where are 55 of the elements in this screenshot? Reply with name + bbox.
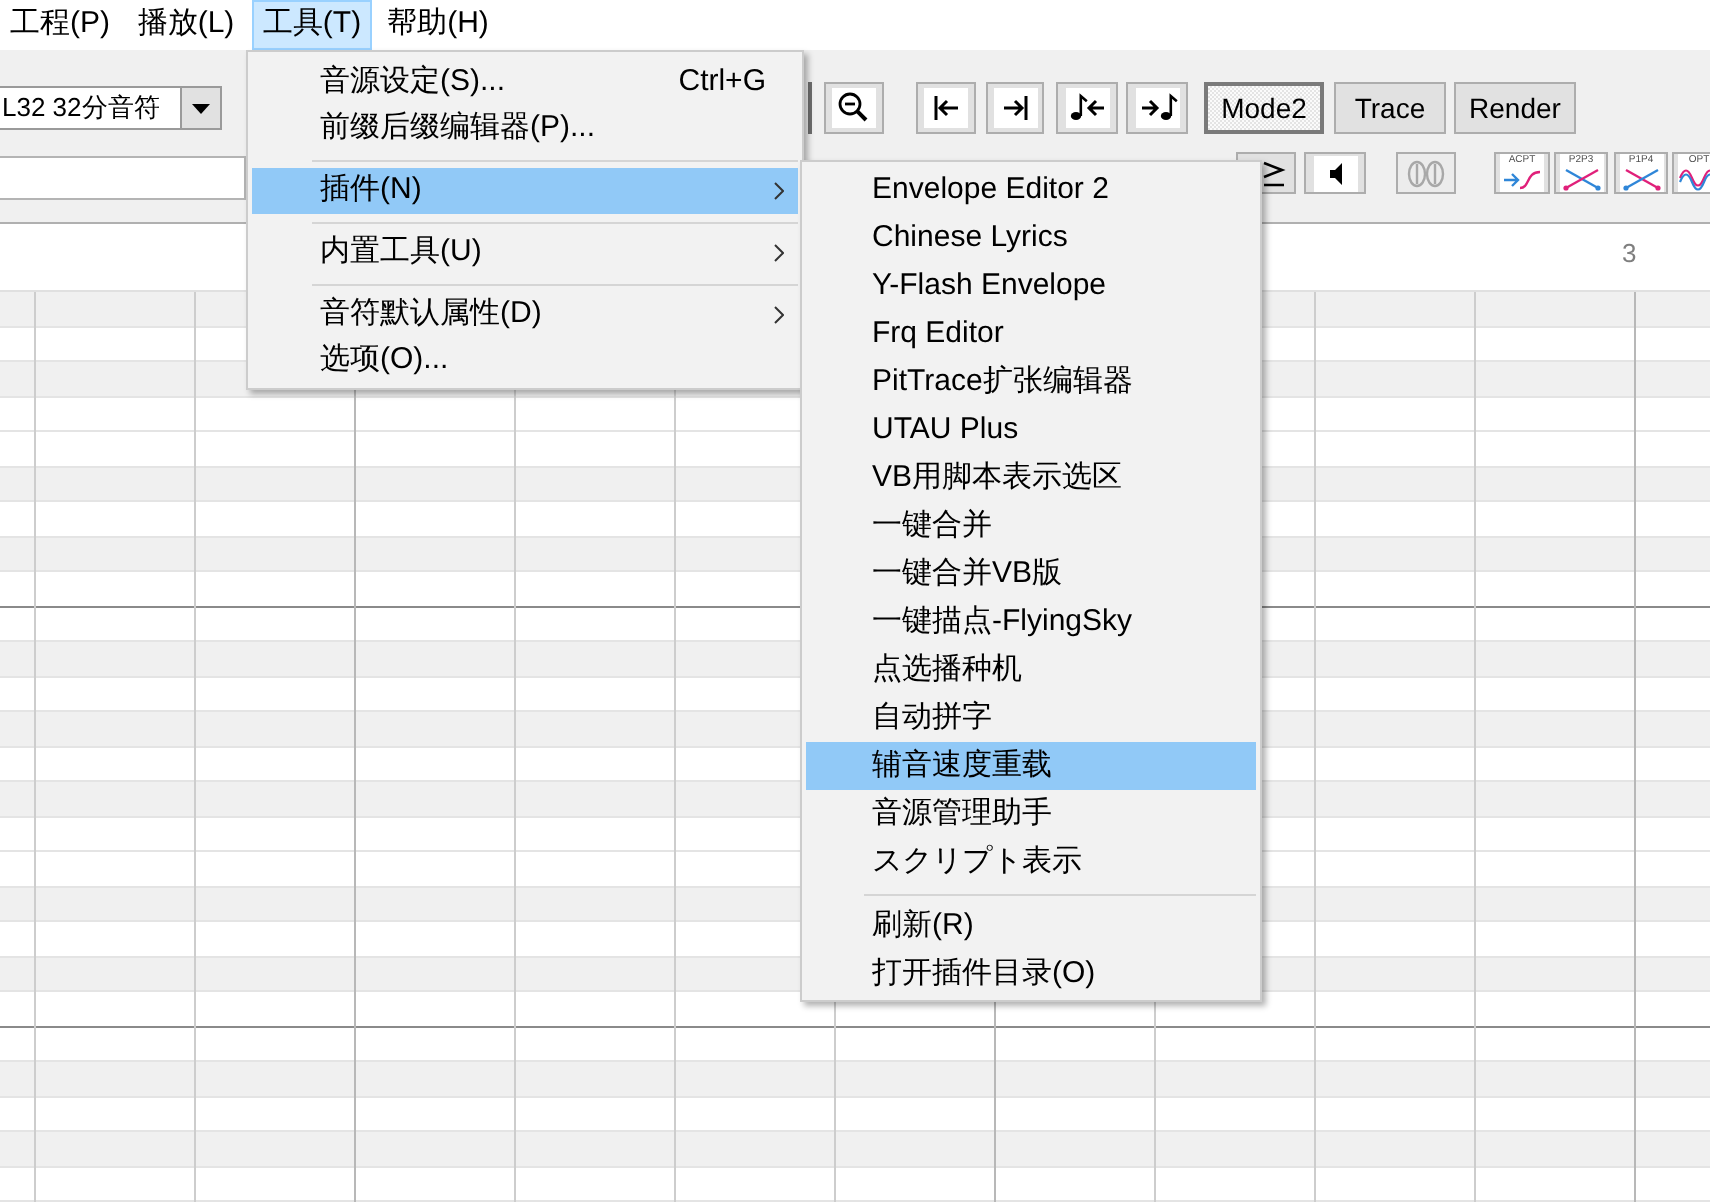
shortcut-label: Ctrl+G (678, 62, 766, 103)
menu-item[interactable]: 一键合并 (806, 502, 1256, 550)
menu-bar-item[interactable]: 播放(L) (126, 0, 246, 50)
double-oval-icon (1406, 159, 1446, 187)
chevron-right-icon (774, 306, 784, 324)
zoom-out-button[interactable] (824, 82, 884, 134)
wave-icon (1677, 166, 1710, 192)
zoom-out-icon (832, 88, 876, 128)
menu-item[interactable]: UTAU Plus (806, 406, 1256, 454)
cross-lines-icon (1559, 166, 1603, 192)
chevron-right-icon (774, 244, 784, 262)
menu-item[interactable]: 插件(N) (252, 168, 798, 214)
menu-item[interactable]: 一键合并VB版 (806, 550, 1256, 598)
text-field[interactable] (0, 156, 246, 200)
menu-bar-item[interactable]: 工程(P) (0, 0, 120, 50)
mode-button[interactable]: Trace (1334, 82, 1446, 134)
menu-item[interactable]: 刷新(R) (806, 902, 1256, 950)
menu-item[interactable]: 辅音速度重载 (806, 742, 1256, 790)
menu-item[interactable]: 点选播种机 (806, 646, 1256, 694)
menu-item[interactable]: 打开插件目录(O) (806, 950, 1256, 998)
menu-item[interactable]: 前缀后缀编辑器(P)... (252, 106, 798, 152)
menu-item[interactable]: PitTrace扩张编辑器 (806, 358, 1256, 406)
menu-item[interactable]: 音源管理助手 (806, 790, 1256, 838)
cross-lines-icon (1619, 166, 1663, 192)
mode-button[interactable]: Mode2 (1204, 82, 1324, 134)
speaker-icon (1313, 155, 1357, 191)
toolbar-button[interactable] (1056, 82, 1118, 134)
note-length-dropdown[interactable]: L32 32分音符 (0, 86, 222, 130)
arrow-curve-icon (1500, 166, 1544, 192)
menu-item[interactable]: 自动拼字 (806, 694, 1256, 742)
caret-down-icon (192, 103, 210, 113)
menu-item[interactable]: 音源设定(S)... Ctrl+G (252, 60, 798, 106)
toolbar-button[interactable] (1126, 82, 1188, 134)
toolbar-button[interactable] (1304, 152, 1366, 194)
menu-item[interactable]: 音符默认属性(D) (252, 292, 798, 338)
menu-item[interactable]: 内置工具(U) (252, 230, 798, 276)
menu-item[interactable]: Y-Flash Envelope (806, 262, 1256, 310)
menu-item[interactable]: Envelope Editor 2 (806, 166, 1256, 214)
menu-item[interactable]: Frq Editor (806, 310, 1256, 358)
measure-number: 3 (1622, 238, 1637, 268)
menu-item[interactable]: スクリプト表示 (806, 838, 1256, 886)
mode-button[interactable]: Render (1454, 82, 1576, 134)
right-arrow-bar-icon (993, 88, 1037, 128)
menu-item[interactable]: Chinese Lyrics (806, 214, 1256, 262)
menu-item[interactable]: 一键描点-FlyingSky (806, 598, 1256, 646)
left-arrow-bar-icon (924, 88, 968, 128)
toolbar-button[interactable] (916, 82, 976, 134)
chevron-right-icon (774, 182, 784, 200)
menu-item[interactable]: 选项(O)... (252, 338, 798, 384)
chevron-lines-icon (1262, 159, 1286, 187)
toolbar-button[interactable] (986, 82, 1044, 134)
menu-item[interactable]: VB用脚本表示选区 (806, 454, 1256, 502)
menu-bar-item[interactable]: 工具(T) (252, 0, 372, 50)
menu-bar-item[interactable]: 帮助(H) (378, 0, 498, 50)
dropdown-button[interactable] (180, 88, 220, 128)
